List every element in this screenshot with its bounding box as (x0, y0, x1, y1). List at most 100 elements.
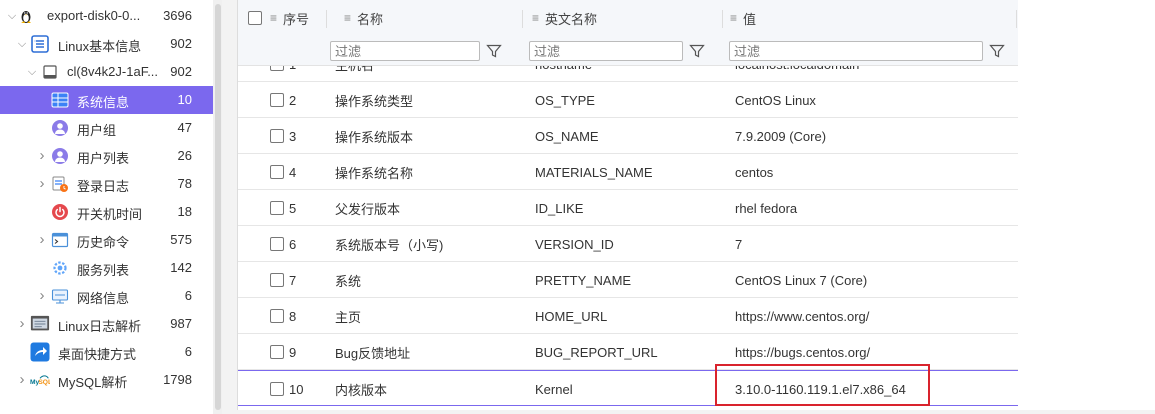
column-divider[interactable] (722, 10, 723, 28)
header-en-name[interactable]: ≡ 英文名称 (532, 0, 597, 36)
row-index: 8 (289, 308, 297, 324)
shortcut-arrow-icon (30, 342, 50, 362)
column-menu-icon[interactable]: ≡ (270, 11, 277, 25)
row-index: 9 (289, 344, 297, 360)
sidebar-item-count: 10 (177, 92, 192, 107)
header-index-label: 序号 (283, 11, 310, 27)
chevron-right-icon[interactable]: › (37, 176, 47, 191)
data-grid: 1主机名hostnamelocalhost.localdomain2操作系统类型… (237, 0, 1155, 410)
sidebar-item[interactable]: ⌵ export-disk0-0... 3696 (0, 2, 213, 30)
filter-value-input[interactable] (729, 41, 983, 61)
sidebar-item-label: Linux日志解析 (58, 319, 142, 334)
cell-name: 父发行版本 (335, 201, 401, 217)
sidebar-item[interactable]: › 网络信息 6 (0, 282, 213, 310)
column-divider[interactable] (1016, 10, 1017, 28)
column-menu-icon[interactable]: ≡ (344, 11, 351, 25)
header-index[interactable]: ≡ 序号 (270, 0, 309, 36)
row-checkbox[interactable] (270, 201, 284, 215)
row-checkbox[interactable] (270, 93, 284, 107)
header-value[interactable]: ≡ 值 (730, 0, 756, 36)
cell-index: 10 (270, 371, 303, 407)
chevron-down-icon[interactable]: ⌵ (27, 67, 37, 78)
table-row[interactable]: 6 系统版本号（小写) VERSION_ID 7 (238, 226, 1018, 262)
column-divider[interactable] (326, 10, 327, 28)
table-row[interactable]: 2 操作系统类型 OS_TYPE CentOS Linux (238, 82, 1018, 118)
table-row[interactable]: 4 操作系统名称 MATERIALS_NAME centos (238, 154, 1018, 190)
cell-en-name: OS_TYPE (535, 92, 595, 108)
sidebar-item-label: 登录日志 (77, 179, 130, 194)
chevron-right-icon[interactable]: › (37, 232, 47, 247)
sidebar-scrollbar-thumb[interactable] (215, 4, 221, 410)
sidebar-item-label: 开关机时间 (77, 207, 143, 222)
network-icon (50, 286, 70, 306)
sidebar-item[interactable]: › 历史命令 575 (0, 226, 213, 254)
sidebar-item[interactable]: ›MySQL MySQL解析 1798 (0, 366, 213, 394)
filter-value (729, 40, 1005, 62)
chevron-right-icon[interactable]: › (37, 148, 47, 163)
sidebar-item[interactable]: ⌵ cl(8v4k2J-1aF... 902 (0, 58, 213, 86)
sidebar-item[interactable]: 服务列表 142 (0, 254, 213, 282)
sidebar-item[interactable]: › 登录日志 78 (0, 170, 213, 198)
row-checkbox[interactable] (270, 165, 284, 179)
header-select-all[interactable] (248, 0, 262, 36)
cell-name: 系统 (335, 273, 362, 289)
sidebar-tree: ⌵ export-disk0-0... 3696 ⌵ Linux基本信息 902 ⌵ cl(8… (0, 0, 213, 414)
sidebar-item[interactable]: ⌵ Linux基本信息 902 (0, 30, 213, 58)
sidebar-item-label: export-disk0-0... (47, 8, 141, 23)
table-row[interactable]: 5 父发行版本 ID_LIKE rhel fedora (238, 190, 1018, 226)
sidebar-item-label: MySQL解析 (58, 375, 128, 390)
chevron-right-icon[interactable]: › (17, 372, 27, 387)
column-divider[interactable] (522, 10, 523, 28)
table-row[interactable]: 7 系统 PRETTY_NAME CentOS Linux 7 (Core) (238, 262, 1018, 298)
sidebar-item[interactable]: 桌面快捷方式 6 (0, 338, 213, 366)
column-menu-icon[interactable]: ≡ (730, 11, 737, 25)
header-en-name-label: 英文名称 (545, 11, 598, 27)
funnel-icon[interactable] (989, 43, 1005, 59)
filter-en-name-input[interactable] (529, 41, 683, 61)
select-all-checkbox[interactable] (248, 11, 262, 25)
sidebar-item-count: 3696 (163, 8, 192, 23)
sidebar-item[interactable]: 开关机时间 18 (0, 198, 213, 226)
chevron-down-icon[interactable]: ⌵ (17, 39, 27, 50)
row-checkbox[interactable] (270, 273, 284, 287)
cell-name: 主页 (335, 309, 362, 325)
cell-value: rhel fedora (735, 200, 798, 216)
cell-index: 6 (270, 226, 296, 262)
sidebar-item-label: 桌面快捷方式 (58, 347, 137, 362)
sidebar-item[interactable]: › Linux日志解析 987 (0, 310, 213, 338)
sidebar-item[interactable]: › 用户列表 26 (0, 142, 213, 170)
power-icon (50, 202, 70, 222)
funnel-icon[interactable] (689, 43, 705, 59)
user-list-icon (50, 146, 70, 166)
cell-value: centos (735, 164, 774, 180)
row-checkbox[interactable] (270, 309, 284, 323)
login-log-icon (50, 174, 70, 194)
chevron-right-icon[interactable]: › (17, 316, 27, 331)
sidebar-item-count: 575 (170, 232, 192, 247)
header-name[interactable]: ≡ 名称 (344, 0, 383, 36)
table-row[interactable]: 3 操作系统版本 OS_NAME 7.9.2009 (Core) (238, 118, 1018, 154)
cell-en-name: BUG_REPORT_URL (535, 344, 658, 360)
grid-header: ≡ 序号 ≡ 名称 ≡ 英文名称 ≡ 值 (238, 0, 1018, 66)
sidebar-item-count: 78 (177, 176, 192, 191)
sidebar-item-label: 用户组 (77, 123, 117, 138)
sidebar-item-count: 18 (177, 204, 192, 219)
cell-en-name: ID_LIKE (535, 200, 584, 216)
cell-en-name: PRETTY_NAME (535, 272, 632, 288)
row-checkbox[interactable] (270, 345, 284, 359)
list-doc-icon (30, 34, 50, 54)
row-checkbox[interactable] (270, 237, 284, 251)
cell-name: 内核版本 (335, 382, 388, 398)
sidebar-item[interactable]: 用户组 47 (0, 114, 213, 142)
row-checkbox[interactable] (270, 129, 284, 143)
sidebar-item[interactable]: 系统信息 10 (0, 86, 213, 114)
column-menu-icon[interactable]: ≡ (532, 11, 539, 25)
funnel-icon[interactable] (486, 43, 502, 59)
sidebar-item-label: 网络信息 (77, 291, 130, 306)
cell-en-name: MATERIALS_NAME (535, 164, 653, 180)
filter-name-input[interactable] (330, 41, 480, 61)
row-checkbox[interactable] (270, 382, 284, 396)
chevron-right-icon[interactable]: › (37, 288, 47, 303)
table-row[interactable]: 8 主页 HOME_URL https://www.centos.org/ (238, 298, 1018, 334)
sidebar-item-label: cl(8v4k2J-1aF... (67, 64, 159, 79)
